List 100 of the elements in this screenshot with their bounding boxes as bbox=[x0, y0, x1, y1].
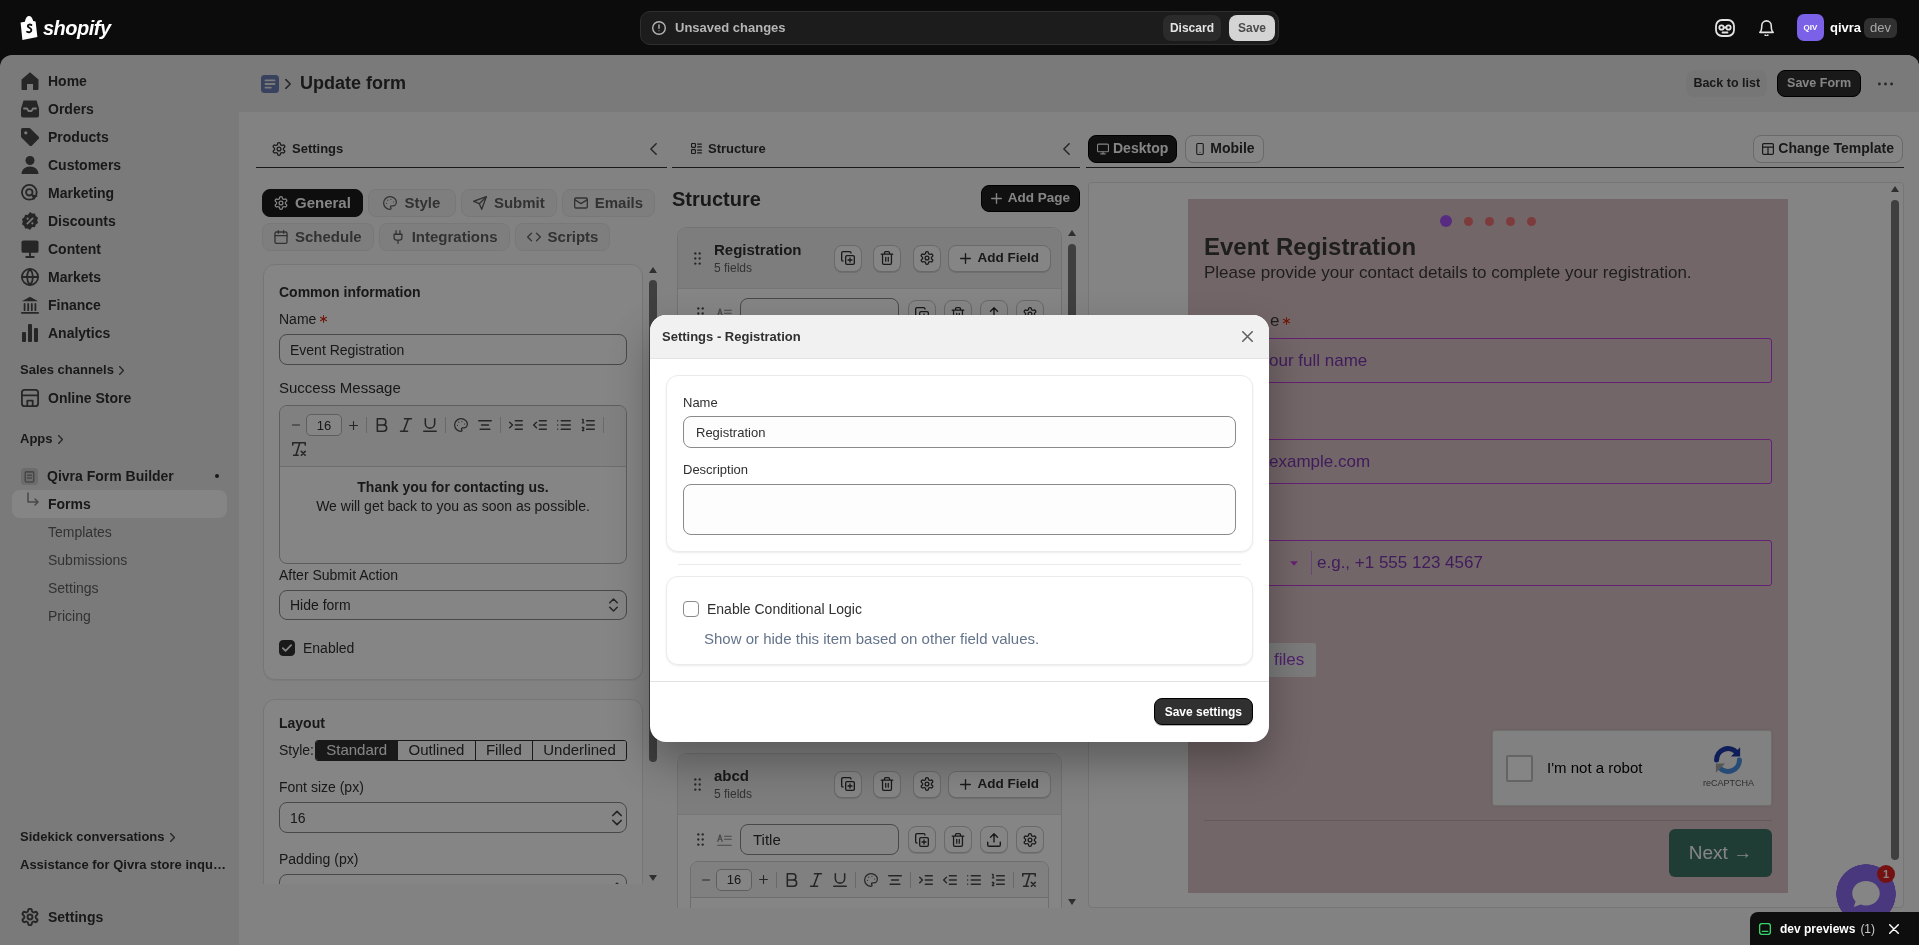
collapse-chevron-icon[interactable] bbox=[650, 142, 657, 155]
nav-item[interactable]: Home bbox=[12, 67, 227, 95]
next-button[interactable]: Next → bbox=[1669, 829, 1772, 877]
text-input[interactable]: Title bbox=[740, 824, 899, 855]
avatar[interactable]: QIV bbox=[1796, 14, 1824, 41]
select-field[interactable]: Hide form bbox=[279, 590, 627, 620]
nav-item[interactable]: Products bbox=[12, 123, 227, 151]
palette-icon[interactable] bbox=[454, 418, 468, 432]
nav-item[interactable]: Forms bbox=[12, 490, 227, 518]
nav-item[interactable]: Templates bbox=[12, 518, 227, 546]
nav-item[interactable]: Online Store bbox=[12, 384, 227, 412]
device-tab[interactable]: Mobile bbox=[1185, 134, 1264, 163]
nav-item[interactable]: Orders bbox=[12, 95, 227, 123]
captcha-checkbox[interactable] bbox=[1506, 754, 1533, 782]
save-button[interactable]: Save bbox=[1228, 14, 1275, 41]
plus-icon[interactable] bbox=[759, 875, 768, 884]
nav-item[interactable]: Submissions bbox=[12, 546, 227, 574]
nav-item[interactable]: Pricing bbox=[12, 602, 227, 630]
nav-item[interactable]: Finance bbox=[12, 291, 227, 319]
style-option[interactable]: Underlined bbox=[532, 741, 626, 760]
rich-text-editor[interactable]: 16 Thank you for contacting us. We will get back to you as soon as possible. bbox=[279, 405, 627, 564]
tab[interactable]: Emails bbox=[561, 189, 656, 217]
tab[interactable]: General bbox=[262, 189, 363, 217]
bell-icon[interactable] bbox=[1758, 19, 1774, 36]
font-size-input[interactable]: 16 bbox=[306, 414, 342, 436]
tab[interactable]: Submit bbox=[460, 189, 557, 217]
nav-item[interactable]: Qivra Form Builder bbox=[12, 462, 227, 490]
more-icon[interactable] bbox=[1878, 81, 1893, 86]
drag-handle-icon[interactable] bbox=[694, 777, 701, 791]
drag-handle-icon[interactable] bbox=[694, 251, 701, 265]
align-center-icon[interactable] bbox=[478, 418, 492, 432]
checkbox[interactable] bbox=[279, 640, 295, 656]
tab[interactable]: Scripts bbox=[514, 223, 611, 251]
save-settings-button[interactable]: Save settings bbox=[1153, 698, 1253, 725]
bullet-list-icon[interactable] bbox=[557, 418, 571, 432]
nav-item[interactable]: Markets bbox=[12, 263, 227, 291]
clear-formatting-icon[interactable] bbox=[1022, 872, 1036, 887]
add-field-button[interactable]: Add Field bbox=[947, 244, 1051, 272]
collapse-chevron-icon[interactable] bbox=[1063, 142, 1070, 155]
scroll-down-icon[interactable] bbox=[1068, 899, 1076, 905]
text-input[interactable]: Event Registration bbox=[279, 334, 627, 365]
chat-button[interactable]: 1 bbox=[1836, 864, 1896, 912]
numbered-list-icon[interactable] bbox=[581, 418, 595, 432]
upload-button[interactable] bbox=[980, 826, 1008, 853]
indent-icon[interactable] bbox=[919, 872, 933, 887]
outdent-icon[interactable] bbox=[533, 418, 547, 432]
section-heading[interactable]: Sidekick conversations bbox=[12, 823, 227, 851]
rich-text-editor[interactable]: 16 bbox=[690, 861, 1049, 908]
document-list-icon[interactable] bbox=[261, 74, 279, 93]
italic-icon[interactable] bbox=[399, 418, 413, 432]
numbered-list-icon[interactable] bbox=[991, 872, 1005, 887]
drag-handle-icon[interactable] bbox=[697, 833, 704, 846]
tab[interactable]: Style bbox=[367, 189, 456, 217]
device-tab[interactable]: Desktop bbox=[1088, 134, 1178, 163]
change-template-button[interactable]: Change Template bbox=[1753, 134, 1903, 163]
nav-item[interactable]: Discounts bbox=[12, 207, 227, 235]
nav-item[interactable]: Analytics bbox=[12, 319, 227, 347]
indent-icon[interactable] bbox=[509, 418, 523, 432]
bold-icon[interactable] bbox=[785, 872, 799, 887]
checkbox[interactable] bbox=[683, 601, 699, 617]
back-button[interactable]: Back to list bbox=[1686, 70, 1768, 97]
scrollbar-thumb[interactable] bbox=[1891, 200, 1899, 860]
section-heading[interactable]: Sales channels bbox=[12, 356, 227, 384]
underline-icon[interactable] bbox=[423, 418, 437, 432]
scroll-up-icon[interactable] bbox=[1891, 186, 1899, 192]
robot-face-icon[interactable] bbox=[1714, 18, 1735, 37]
scroll-up-icon[interactable] bbox=[1068, 230, 1076, 236]
discard-button[interactable]: Discard bbox=[1162, 14, 1221, 41]
bold-icon[interactable] bbox=[375, 418, 389, 432]
tab[interactable]: Integrations bbox=[378, 223, 510, 251]
save-form-button[interactable]: Save Form bbox=[1777, 70, 1861, 97]
scroll-down-icon[interactable] bbox=[649, 875, 657, 881]
text-input[interactable]: Registration bbox=[683, 416, 1236, 448]
bullet-list-icon[interactable] bbox=[967, 872, 981, 887]
nav-item[interactable]: Assistance for Qivra store inqu… bbox=[12, 851, 227, 879]
add-page-button[interactable]: Add Page bbox=[980, 185, 1080, 212]
add-field-button[interactable]: Add Field bbox=[947, 770, 1051, 798]
phone-number-input[interactable]: e.g., +1 555 123 4567 bbox=[1317, 541, 1771, 585]
segmented-control[interactable]: Standard Outlined Filled Underlined bbox=[315, 740, 627, 761]
clear-formatting-icon[interactable] bbox=[292, 442, 306, 456]
outdent-icon[interactable] bbox=[943, 872, 957, 887]
spinner-icon[interactable] bbox=[612, 809, 622, 826]
nav-item[interactable]: Marketing bbox=[12, 179, 227, 207]
nav-item[interactable]: Customers bbox=[12, 151, 227, 179]
nav-item[interactable]: Settings bbox=[12, 574, 227, 602]
tab[interactable]: Schedule bbox=[262, 223, 374, 251]
scroll-up-icon[interactable] bbox=[649, 267, 657, 273]
style-option[interactable]: Standard bbox=[316, 741, 398, 760]
description-field[interactable] bbox=[683, 484, 1236, 535]
nav-item[interactable]: Content bbox=[12, 235, 227, 263]
italic-icon[interactable] bbox=[809, 872, 823, 887]
nav-item[interactable]: Settings bbox=[12, 903, 227, 931]
dev-previews-label[interactable]: dev previews bbox=[1780, 919, 1856, 938]
section-heading[interactable]: Apps bbox=[12, 425, 227, 453]
plus-icon[interactable] bbox=[349, 420, 358, 430]
account-name[interactable]: qivra bbox=[1829, 17, 1862, 38]
palette-icon[interactable] bbox=[864, 872, 878, 887]
underline-icon[interactable] bbox=[833, 872, 847, 887]
align-center-icon[interactable] bbox=[888, 872, 902, 887]
font-size-input[interactable]: 16 bbox=[716, 868, 752, 891]
